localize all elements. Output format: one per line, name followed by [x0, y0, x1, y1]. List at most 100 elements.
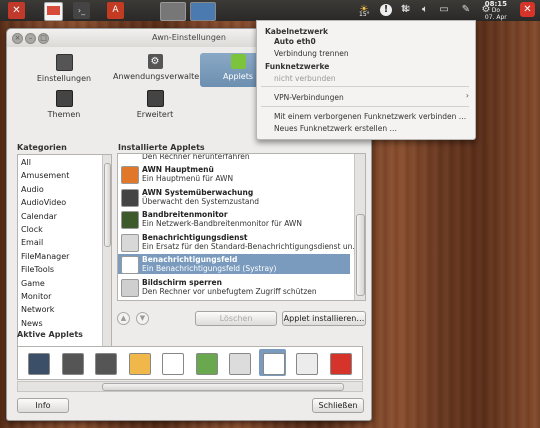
installed-applets-list[interactable]: Den Rechner herunterfahren AWN Hauptmenü… [117, 153, 366, 301]
stack-2-icon[interactable] [95, 353, 117, 375]
envelope-icon[interactable]: ✉ [400, 4, 412, 16]
applet-row[interactable]: AWN Hauptmenü Ein Hauptmenü für AWN [118, 164, 350, 184]
puzzle-icon [230, 54, 246, 69]
scroll-thumb[interactable] [356, 214, 365, 296]
tab-label: Erweitert [136, 110, 174, 119]
cpu-icon[interactable] [28, 353, 50, 375]
volume-icon[interactable]: 🔈︎ [419, 4, 431, 16]
tray-icon[interactable] [229, 353, 251, 375]
active-applets-bar[interactable] [17, 346, 363, 380]
applet-name: Bandbreitenmonitor [142, 210, 228, 219]
display-icon[interactable] [190, 2, 216, 21]
hidden-network-item[interactable]: Mit einem verborgenen Funknetzwerk verbi… [274, 112, 466, 121]
installed-label: Installierte Applets [118, 143, 205, 152]
weather-icon[interactable] [128, 353, 151, 375]
delete-button[interactable]: Löschen [195, 311, 277, 326]
tab-anwendungsverwalter[interactable]: ⚙ Anwendungsverwalter [113, 53, 203, 87]
applet-row[interactable]: Benachrichtigungsfeld Ein Benachrichtigun… [118, 254, 350, 274]
clock-date: 07. Apr [484, 14, 507, 21]
applet-icon [121, 278, 139, 297]
tab-label: Themen [47, 110, 81, 119]
tab-einstellungen[interactable]: Einstellungen [23, 53, 105, 87]
applet-icon [121, 166, 139, 184]
info-button[interactable]: Info [17, 398, 69, 413]
applet-row[interactable]: Benachrichtigungsdienst Ein Ersatz für de… [118, 232, 360, 252]
category-item[interactable]: Clock [18, 223, 102, 236]
tab-erweitert[interactable]: Erweitert [113, 89, 197, 123]
applet-desc: Ein Hauptmenü für AWN [142, 174, 234, 183]
clock-icon[interactable] [262, 353, 285, 375]
category-scrollbar[interactable] [102, 155, 111, 355]
ubuntu-software-icon[interactable]: A [107, 2, 124, 19]
advanced-icon [146, 90, 164, 107]
applet-desc: Ein Ersatz für den Standard-Benachrichti… [142, 241, 360, 251]
menu-separator [261, 106, 469, 107]
scroll-thumb[interactable] [104, 163, 111, 247]
applet-icon [121, 211, 139, 229]
category-item[interactable]: Monitor [18, 290, 102, 303]
blank-icon[interactable] [296, 353, 318, 375]
install-applet-button[interactable]: Applet installieren… [282, 311, 366, 326]
network-menu: Kabelnetzwerk Auto eth0 Verbindung trenn… [256, 20, 476, 140]
category-item[interactable]: All [18, 156, 102, 169]
category-item[interactable]: AudioVideo [18, 196, 102, 209]
down-arrow-button[interactable]: ▼ [136, 312, 149, 325]
applet-desc: Ein Benachrichtigungsfeld (Systray) [142, 264, 277, 273]
applet-name: Benachrichtigungsfeld [142, 255, 238, 264]
terminal-2-icon[interactable]: ›_ [73, 2, 90, 19]
applet-desc: Ein Netzwerk-Bandbreitenmonitor für AWN [142, 219, 302, 228]
clock[interactable]: 08:15 Do 07. Apr [485, 1, 507, 21]
wired-header: Kabelnetzwerk [265, 27, 328, 36]
stack-icon[interactable] [61, 353, 84, 375]
weather-temp: 15° [359, 11, 370, 18]
category-item[interactable]: Calendar [18, 210, 102, 223]
tab-themen[interactable]: Themen [23, 89, 105, 123]
category-item[interactable]: Game [18, 277, 102, 290]
category-item[interactable]: Network [18, 303, 102, 316]
category-list[interactable]: All Amusement Audio AudioVideo Calendar Clock… [17, 154, 112, 356]
category-item[interactable]: FileTools [18, 263, 102, 276]
active-applets-label: Aktive Applets [17, 330, 83, 339]
tab-label: Anwendungsverwalter [113, 72, 203, 81]
up-arrow-button[interactable]: ▲ [117, 312, 130, 325]
kategorien-label: Kategorien [17, 143, 67, 152]
applet-icon [121, 188, 139, 207]
speech-icon[interactable] [162, 353, 184, 375]
notification-icon[interactable]: ! [380, 4, 392, 16]
applets-scrollbar[interactable] [354, 154, 365, 300]
tab-label: Einstellungen [36, 74, 92, 83]
category-item[interactable]: Amusement [18, 169, 102, 182]
close-icon[interactable]: ✕ [520, 2, 535, 17]
wired-connection-item[interactable]: Auto eth0 [274, 37, 316, 46]
active-applets-hscrollbar[interactable] [17, 381, 363, 392]
pen-icon[interactable]: ✎ [460, 4, 472, 16]
terminal-icon[interactable]: ✕ [8, 2, 25, 19]
close-button[interactable]: Schließen [312, 398, 364, 413]
applet-name: Bildschirm sperren [142, 277, 222, 287]
applet-row[interactable]: Bandbreitenmonitor Ein Netzwerk-Bandbreit… [118, 209, 350, 229]
scroll-thumb[interactable] [102, 383, 344, 391]
category-item[interactable]: News [18, 317, 102, 330]
applet-row[interactable]: AWN Systemüberwachung Überwacht den Syste… [118, 187, 350, 207]
vpn-item[interactable]: VPN-Verbindungen [274, 93, 344, 102]
category-item[interactable]: Audio [18, 183, 102, 196]
applet-desc: Den Rechner vor unbefugtem Zugriff schüt… [142, 286, 317, 296]
applet-name: AWN Hauptmenü [142, 165, 214, 174]
new-network-item[interactable]: Neues Funknetzwerk erstellen … [274, 124, 397, 133]
top-panel: ✕ ›_ A ☀ 15° ! ⇅ ✉ 🔈︎ ▭ ✎ ⚙ 08:15 Do 07.… [0, 0, 540, 21]
category-item[interactable]: FileManager [18, 250, 102, 263]
wireless-status: nicht verbunden [274, 74, 336, 83]
shutdown-icon[interactable] [329, 353, 352, 375]
applet-row[interactable]: Bildschirm sperren Den Rechner vor unbefu… [118, 277, 350, 297]
applet-desc: Überwacht den Systemzustand [142, 196, 260, 206]
presentation-icon[interactable] [44, 2, 63, 21]
category-item[interactable]: Email [18, 236, 102, 249]
menu-separator [261, 86, 469, 87]
disconnect-item[interactable]: Verbindung trennen [274, 49, 349, 58]
window-icon[interactable] [160, 2, 186, 21]
info-icon[interactable] [195, 353, 218, 375]
chevron-right-icon: › [465, 91, 469, 100]
applet-icon [121, 256, 139, 274]
themes-icon [55, 90, 73, 107]
battery-icon[interactable]: ▭ [438, 4, 450, 16]
